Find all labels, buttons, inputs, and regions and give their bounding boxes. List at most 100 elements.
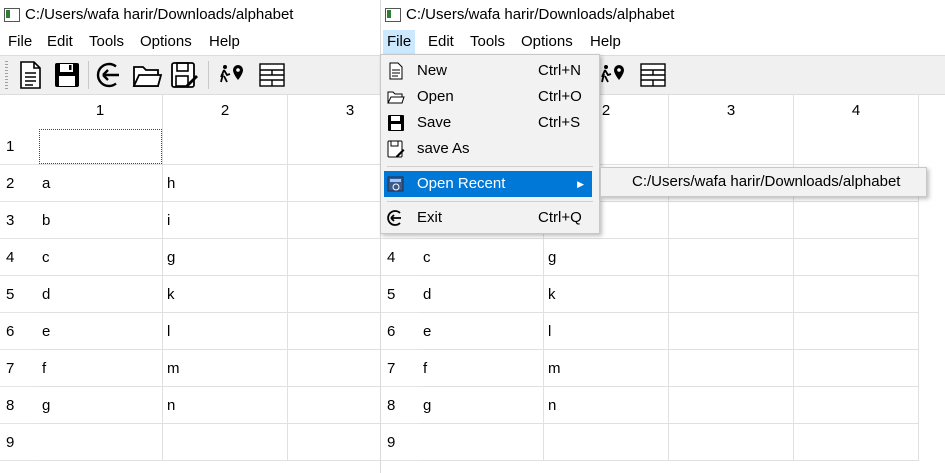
table-cell[interactable] <box>288 276 380 313</box>
menu-file[interactable]: File <box>383 30 416 54</box>
table-cell[interactable]: n <box>544 387 669 424</box>
table-cell[interactable]: i <box>163 202 288 239</box>
table-cell[interactable] <box>288 128 380 165</box>
menu-item-open-recent[interactable]: Open Recent ▶ <box>384 171 592 197</box>
table-cell[interactable]: m <box>163 350 288 387</box>
table-cell[interactable]: c <box>38 239 163 276</box>
menu-edit[interactable]: Edit <box>43 30 77 54</box>
table-cell[interactable]: g <box>419 387 544 424</box>
open-folder-icon[interactable] <box>131 59 163 91</box>
row-header[interactable]: 10 <box>381 461 419 473</box>
table-cell[interactable] <box>163 424 288 461</box>
table-cell[interactable]: h <box>163 165 288 202</box>
table-cell[interactable]: k <box>163 276 288 313</box>
table-cell[interactable]: a <box>38 165 163 202</box>
table-cell[interactable] <box>794 202 919 239</box>
row-header[interactable]: 2 <box>0 165 38 202</box>
navigate-location-icon[interactable] <box>216 59 248 91</box>
table-cell[interactable] <box>794 313 919 350</box>
table-cell[interactable] <box>288 313 380 350</box>
table-cell[interactable] <box>288 350 380 387</box>
table-cell[interactable] <box>669 350 794 387</box>
table-cell[interactable] <box>163 128 288 165</box>
menu-file[interactable]: File <box>4 30 36 54</box>
navigate-location-icon[interactable] <box>597 59 629 91</box>
column-header[interactable]: 3 <box>288 94 380 128</box>
row-header[interactable]: 8 <box>381 387 419 424</box>
table-cell[interactable]: f <box>419 350 544 387</box>
table-cell[interactable] <box>38 424 163 461</box>
recent-file-item[interactable]: C:/Users/wafa harir/Downloads/alphabet <box>632 168 900 196</box>
row-header[interactable]: 9 <box>381 424 419 461</box>
toolbar-handle[interactable] <box>5 61 8 89</box>
table-cell[interactable] <box>794 387 919 424</box>
table-cell[interactable] <box>794 128 919 165</box>
row-header[interactable]: 4 <box>0 239 38 276</box>
column-header[interactable]: 1 <box>38 94 163 128</box>
row-header[interactable]: 3 <box>0 202 38 239</box>
table-cell[interactable] <box>544 424 669 461</box>
table-cell[interactable]: d <box>419 276 544 313</box>
row-header[interactable]: 5 <box>0 276 38 313</box>
row-header[interactable]: 4 <box>381 239 419 276</box>
menu-item-new[interactable]: New Ctrl+N <box>381 58 599 84</box>
table-cell[interactable] <box>794 276 919 313</box>
table-cell[interactable] <box>669 202 794 239</box>
row-header[interactable]: 1 <box>0 128 38 165</box>
table-cell[interactable]: m <box>544 350 669 387</box>
row-header[interactable]: 7 <box>0 350 38 387</box>
menu-item-save[interactable]: Save Ctrl+S <box>381 110 599 136</box>
save-as-icon[interactable] <box>168 59 200 91</box>
table-cell[interactable]: l <box>163 313 288 350</box>
table-cell[interactable] <box>794 350 919 387</box>
table-layout-icon[interactable] <box>637 59 669 91</box>
table-layout-icon[interactable] <box>256 59 288 91</box>
table-cell[interactable] <box>38 128 163 165</box>
menu-help[interactable]: Help <box>205 30 244 54</box>
table-cell[interactable] <box>288 424 380 461</box>
table-cell[interactable]: b <box>38 202 163 239</box>
row-header[interactable]: 7 <box>381 350 419 387</box>
table-cell[interactable]: n <box>163 387 288 424</box>
menu-item-open[interactable]: Open Ctrl+O <box>381 84 599 110</box>
column-header[interactable]: 4 <box>794 94 919 128</box>
menu-help[interactable]: Help <box>586 30 625 54</box>
table-cell[interactable]: c <box>419 239 544 276</box>
table-cell[interactable] <box>669 239 794 276</box>
table-cell[interactable] <box>669 313 794 350</box>
table-cell[interactable] <box>288 239 380 276</box>
table-cell[interactable] <box>669 128 794 165</box>
table-cell[interactable] <box>669 424 794 461</box>
table-cell[interactable] <box>288 387 380 424</box>
menu-tools[interactable]: Tools <box>85 30 128 54</box>
menu-item-save-as[interactable]: save As <box>381 136 599 162</box>
menu-options[interactable]: Options <box>136 30 196 54</box>
table-cell[interactable]: e <box>419 313 544 350</box>
table-cell[interactable] <box>288 165 380 202</box>
exit-icon[interactable] <box>94 59 126 91</box>
table-cell[interactable] <box>288 202 380 239</box>
table-cell[interactable]: e <box>38 313 163 350</box>
menu-item-exit[interactable]: Exit Ctrl+Q <box>381 205 599 231</box>
table-cell[interactable]: g <box>544 239 669 276</box>
menu-tools[interactable]: Tools <box>466 30 509 54</box>
table-cell[interactable] <box>419 424 544 461</box>
table-cell[interactable]: f <box>38 350 163 387</box>
menu-options[interactable]: Options <box>517 30 577 54</box>
column-header[interactable]: 2 <box>163 94 288 128</box>
column-header[interactable]: 3 <box>669 94 794 128</box>
menu-edit[interactable]: Edit <box>424 30 458 54</box>
save-icon[interactable] <box>51 59 83 91</box>
table-cell[interactable] <box>794 239 919 276</box>
new-document-icon[interactable] <box>14 59 46 91</box>
row-header[interactable]: 8 <box>0 387 38 424</box>
table-cell[interactable] <box>669 387 794 424</box>
row-header[interactable]: 6 <box>0 313 38 350</box>
row-header[interactable]: 9 <box>0 424 38 461</box>
table-cell[interactable] <box>669 276 794 313</box>
table-cell[interactable]: d <box>38 276 163 313</box>
table-cell[interactable]: g <box>38 387 163 424</box>
table-cell[interactable]: g <box>163 239 288 276</box>
row-header[interactable]: 6 <box>381 313 419 350</box>
table-cell[interactable]: l <box>544 313 669 350</box>
